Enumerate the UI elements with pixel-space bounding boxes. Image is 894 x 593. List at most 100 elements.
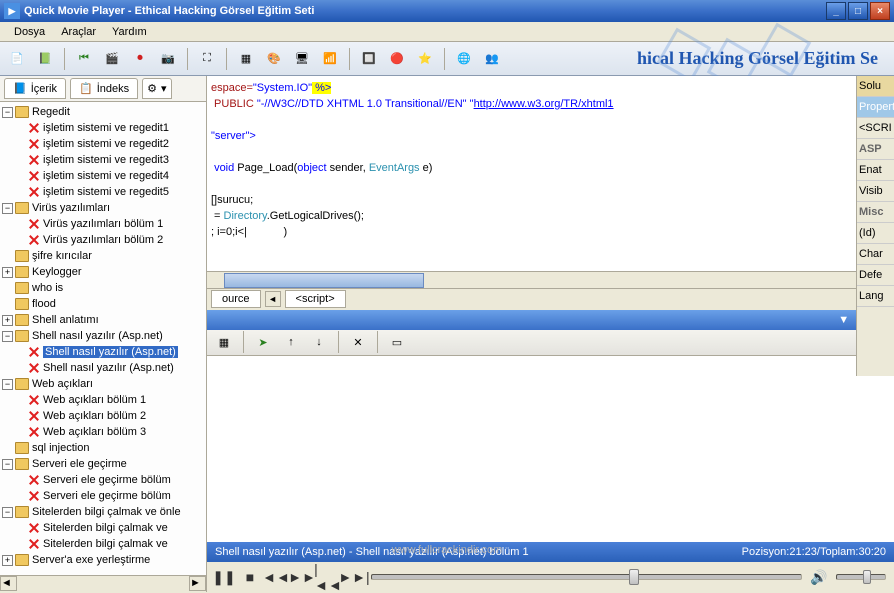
gear-icon: ⚙ — [147, 82, 157, 95]
x-icon — [28, 426, 40, 438]
output-up-icon[interactable]: ↑ — [280, 331, 302, 353]
tree-item[interactable]: işletim sistemi ve regedit4 — [2, 168, 204, 184]
rss-icon[interactable]: 📶 — [319, 48, 341, 70]
tree-item[interactable]: Virüs yazılımları bölüm 1 — [2, 216, 204, 232]
seek-slider[interactable] — [371, 574, 802, 580]
tree-folder-regedit[interactable]: −Regedit — [2, 104, 204, 120]
panel-header: ▼ ⬓ × — [207, 310, 894, 330]
tree-item[interactable]: Serveri ele geçirme bölüm — [2, 472, 204, 488]
skip-back-button[interactable]: |◄◄ — [319, 568, 337, 586]
panel-dropdown-icon[interactable]: ▼ — [838, 314, 849, 326]
banner-text: hical Hacking Görsel Eğitim Se — [509, 48, 888, 69]
tree-folder-sql[interactable]: sql injection — [2, 440, 204, 456]
output-window-icon[interactable]: ▭ — [386, 331, 408, 353]
navigation-tree[interactable]: −Regedit işletim sistemi ve regedit1 işl… — [0, 102, 206, 575]
tab-prev-button[interactable]: ◄ — [265, 291, 281, 307]
tree-folder-web[interactable]: −Web açıkları — [2, 376, 204, 392]
output-clear-icon[interactable]: ✕ — [347, 331, 369, 353]
tree-item[interactable]: işletim sistemi ve regedit5 — [2, 184, 204, 200]
tree-folder-shell-aspnet[interactable]: −Shell nasıl yazılır (Asp.net) — [2, 328, 204, 344]
prop-id[interactable]: (Id) — [857, 223, 894, 244]
tree-item[interactable]: işletim sistemi ve regedit1 — [2, 120, 204, 136]
rewind-button[interactable]: ◄◄ — [267, 568, 285, 586]
output-tool1-icon[interactable]: ▦ — [213, 331, 235, 353]
tab-index[interactable]: 📋İndeks — [70, 78, 138, 99]
menu-help[interactable]: Yardım — [104, 24, 155, 40]
tree-folder-flood[interactable]: flood — [2, 296, 204, 312]
tree-item[interactable]: Sitelerden bilgi çalmak ve — [2, 536, 204, 552]
tree-folder-serveri[interactable]: −Serveri ele geçirme — [2, 456, 204, 472]
x-icon — [28, 138, 40, 150]
tab-source[interactable]: ource — [211, 290, 261, 308]
prop-enab[interactable]: Enat — [857, 160, 894, 181]
open-folder-icon[interactable]: 📗 — [34, 48, 56, 70]
volume-thumb[interactable] — [863, 570, 871, 584]
menu-file[interactable]: Dosya — [6, 24, 53, 40]
code-editor[interactable]: espace="System.IO" %> PUBLIC "-//W3C//DT… — [207, 76, 894, 271]
x-icon — [28, 394, 40, 406]
color-icon[interactable]: 🎨 — [263, 48, 285, 70]
tree-folder-virus[interactable]: −Virüs yazılımları — [2, 200, 204, 216]
tree-item[interactable]: Sitelerden bilgi çalmak ve — [2, 520, 204, 536]
pause-button[interactable]: ❚❚ — [215, 568, 233, 586]
sidebar-hscroll[interactable]: ◄► — [0, 575, 206, 592]
tab-more[interactable]: ⚙▾ — [142, 78, 171, 99]
tree-item[interactable]: Web açıkları bölüm 2 — [2, 408, 204, 424]
tree-item[interactable]: Serveri ele geçirme bölüm — [2, 488, 204, 504]
video-status-bar: Shell nasıl yazılır (Asp.net) - Shell na… — [207, 542, 894, 562]
seek-thumb[interactable] — [629, 569, 639, 585]
menu-tools[interactable]: Araçlar — [53, 24, 104, 40]
tree-item[interactable]: Web açıkları bölüm 3 — [2, 424, 204, 440]
tree-item[interactable]: işletim sistemi ve regedit2 — [2, 136, 204, 152]
output-panel[interactable] — [207, 356, 894, 543]
tree-folder-whois[interactable]: who is — [2, 280, 204, 296]
grid-icon[interactable]: ▦ — [235, 48, 257, 70]
tree-folder-servera[interactable]: +Server'a exe yerleştirme — [2, 552, 204, 568]
output-arrow-icon[interactable]: ➤ — [252, 331, 274, 353]
forward-button[interactable]: ►► — [293, 568, 311, 586]
tree-folder-sitelerden[interactable]: −Sitelerden bilgi çalmak ve önle — [2, 504, 204, 520]
fullscreen-icon[interactable]: ⛶ — [196, 48, 218, 70]
camera-icon[interactable]: 📷 — [157, 48, 179, 70]
film-icon[interactable]: 🎬 — [101, 48, 123, 70]
close-button[interactable]: × — [870, 2, 890, 20]
tree-item-selected[interactable]: Shell nasıl yazılır (Asp.net) — [2, 344, 204, 360]
people-icon[interactable]: 👥 — [481, 48, 503, 70]
code-hscroll[interactable]: ► — [207, 271, 877, 288]
tree-item[interactable]: Shell nasıl yazılır (Asp.net) — [2, 360, 204, 376]
volume-icon[interactable]: 🔊 — [810, 568, 828, 586]
properties-tab[interactable]: Propert — [857, 97, 894, 118]
prev-icon[interactable]: ⏮ — [73, 48, 95, 70]
tree-folder-keylogger[interactable]: +Keylogger — [2, 264, 204, 280]
prop-defe[interactable]: Defe — [857, 265, 894, 286]
editor-tab-strip: ource ◄ <script> — [207, 288, 894, 310]
app1-icon[interactable]: 🔲 — [358, 48, 380, 70]
script-dropdown[interactable]: <SCRI — [857, 118, 894, 139]
output-down-icon[interactable]: ↓ — [308, 331, 330, 353]
maximize-button[interactable]: □ — [848, 2, 868, 20]
tab-script[interactable]: <script> — [285, 290, 346, 308]
tree-item[interactable]: Web açıkları bölüm 1 — [2, 392, 204, 408]
skip-fwd-button[interactable]: ►►| — [345, 568, 363, 586]
prop-visib[interactable]: Visib — [857, 181, 894, 202]
star-icon[interactable]: ⭐ — [414, 48, 436, 70]
position-value: 21:23 — [789, 546, 817, 558]
minimize-button[interactable]: _ — [826, 2, 846, 20]
volume-slider[interactable] — [836, 574, 886, 580]
tree-folder-sifre[interactable]: şifre kırıcılar — [2, 248, 204, 264]
tree-item[interactable]: işletim sistemi ve regedit3 — [2, 152, 204, 168]
record-icon[interactable]: ⏺ — [129, 48, 151, 70]
screen-icon[interactable]: 🖥 — [291, 48, 313, 70]
x-icon — [28, 538, 40, 550]
open-file-icon[interactable]: 📄 — [6, 48, 28, 70]
globe-icon[interactable]: 🌐 — [453, 48, 475, 70]
right-dock: Solu Propert <SCRI ASP Enat Visib Misc (… — [856, 76, 894, 376]
solution-explorer-tab[interactable]: Solu — [857, 76, 894, 97]
tab-content[interactable]: 📘İçerik — [4, 78, 66, 99]
stop-button[interactable]: ■ — [241, 568, 259, 586]
prop-lang[interactable]: Lang — [857, 286, 894, 307]
badge-icon[interactable]: 🔴 — [386, 48, 408, 70]
prop-char[interactable]: Char — [857, 244, 894, 265]
tree-folder-shell-anlatimi[interactable]: +Shell anlatımı — [2, 312, 204, 328]
tree-item[interactable]: Virüs yazılımları bölüm 2 — [2, 232, 204, 248]
